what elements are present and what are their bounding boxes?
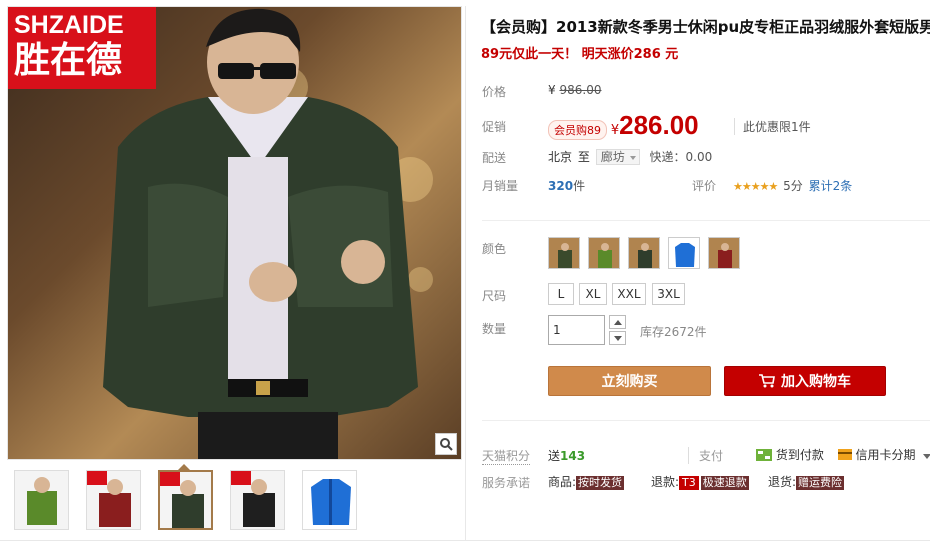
cod-icon (756, 449, 772, 461)
promo-text: 89元仅此一天！ 明天涨价286 元 (481, 47, 679, 62)
return-label: 退货: (768, 475, 797, 489)
thumbnail-black[interactable] (230, 470, 285, 530)
divider (482, 220, 930, 221)
sales-count: 320 (548, 179, 574, 193)
tmall-points: 送143 (548, 447, 585, 464)
thumbnail-dark-green[interactable] (158, 470, 213, 530)
original-price-value: 986.00 (559, 83, 602, 97)
brand-name-cn: 胜在德 (14, 40, 123, 81)
brand-logo: SHZAIDE 胜在德 (8, 7, 156, 89)
currency-symbol: ¥ (548, 83, 556, 97)
delivery-from: 北京 (548, 150, 573, 164)
product-page: SHZAIDE 胜在德 【会员购】2013新款冬季男士休闲pu皮专柜正品羽绒服外… (0, 0, 930, 546)
color-swatch-brown-green[interactable] (548, 237, 580, 269)
size-option-xxl[interactable]: XXL (612, 283, 646, 305)
chevron-down-icon (613, 335, 622, 341)
rating-score: 5分 (783, 179, 803, 193)
chevron-up-icon (613, 319, 622, 325)
points-value: 143 (560, 449, 586, 463)
delivery-to-word: 至 (577, 150, 590, 164)
main-product-image[interactable]: SHZAIDE 胜在德 (7, 6, 462, 460)
credit-text: 信用卡分期 (855, 448, 916, 462)
product-title: 【会员购】2013新款冬季男士休闲pu皮专柜正品羽绒服外套短版男装 (481, 18, 930, 36)
vip-badge: 会员购89 (548, 120, 607, 140)
promotion-price: 会员购89 ¥286.00 (548, 110, 699, 141)
color-label: 颜色 (482, 242, 507, 256)
service-label: 服务承诺 (482, 476, 531, 490)
service-goods: 商品: 按时发货 (548, 473, 625, 490)
thumbnail-strip (14, 470, 357, 534)
rating-label: 评价 (692, 179, 717, 193)
buy-now-button[interactable]: 立刻购买 (548, 366, 711, 396)
goods-label: 商品: (548, 475, 577, 489)
color-swatch-green[interactable] (588, 237, 620, 269)
promotion-label: 促销 (482, 120, 507, 134)
express-fee: 快递：0.00 (649, 150, 713, 164)
add-to-cart-label: 加入购物车 (781, 374, 851, 390)
t3-badge: T3 (679, 476, 699, 490)
on-time-shipping-tag[interactable]: 按时发货 (576, 476, 625, 490)
stock-count: 库存2672件 (640, 325, 707, 339)
color-swatch-olive[interactable] (628, 237, 660, 269)
rating-info: ★★★★★ 5分 累计2条 (733, 177, 852, 194)
service-return: 退货: 赠运费险 (768, 473, 845, 490)
size-option-l[interactable]: L (548, 283, 574, 305)
divider (482, 420, 930, 421)
promo-limit: 此优惠限1件 (734, 118, 811, 135)
payment-methods: 货到付款 信用卡分期 (756, 446, 930, 463)
delivery-info: 北京 至 廊坊 快递：0.00 (548, 148, 712, 165)
chevron-down-icon[interactable] (923, 454, 930, 459)
delivery-label: 配送 (482, 151, 507, 165)
brand-name-en: SHZAIDE (14, 11, 124, 39)
cart-icon (759, 374, 775, 388)
color-swatch-blue[interactable] (668, 237, 700, 269)
thumbnail-blue[interactable] (302, 470, 357, 530)
quantity-input[interactable]: 1 (548, 315, 605, 345)
quantity-label: 数量 (482, 322, 507, 336)
bottom-divider (0, 540, 930, 541)
size-option-3xl[interactable]: 3XL (652, 283, 685, 305)
city-dropdown[interactable]: 廊坊 (595, 149, 640, 165)
chevron-down-icon (629, 156, 636, 160)
refund-label: 退款: (651, 475, 680, 489)
payment-label: 支付 (688, 447, 723, 464)
add-to-cart-button[interactable]: 加入购物车 (724, 366, 886, 396)
promo-currency: ¥ (610, 123, 620, 138)
sales-unit: 件 (573, 179, 586, 193)
size-option-xl[interactable]: XL (579, 283, 607, 305)
cod-text: 货到付款 (775, 448, 824, 462)
points-prefix: 送 (548, 449, 561, 463)
thumbnail-red[interactable] (86, 470, 141, 530)
original-price: ¥ 986.00 (548, 83, 601, 97)
fast-refund-tag[interactable]: 极速退款 (700, 476, 749, 490)
monthly-sales: 320件 (548, 177, 585, 194)
tmall-points-label: 天猫积分 (482, 449, 531, 465)
quantity-decrease-button[interactable] (609, 331, 626, 345)
monthly-sales-label: 月销量 (482, 179, 519, 193)
credit-card-icon (837, 449, 852, 460)
price-label: 价格 (482, 85, 507, 99)
quantity-increase-button[interactable] (609, 315, 626, 329)
city-value: 廊坊 (600, 150, 625, 164)
rating-stars: ★★★★★ (733, 180, 778, 193)
review-count-link[interactable]: 累计2条 (809, 179, 853, 193)
shipping-insurance-tag[interactable]: 赠运费险 (796, 476, 845, 490)
thumbnail-green[interactable] (14, 470, 69, 530)
buy-now-label: 立刻购买 (601, 374, 658, 390)
color-swatch-red[interactable] (708, 237, 740, 269)
column-divider (465, 6, 466, 540)
promo-price-value: 286.00 (619, 110, 699, 140)
zoom-icon[interactable] (435, 433, 457, 455)
service-refund: 退款: T3 极速退款 (651, 473, 749, 490)
size-label: 尺码 (482, 289, 507, 303)
